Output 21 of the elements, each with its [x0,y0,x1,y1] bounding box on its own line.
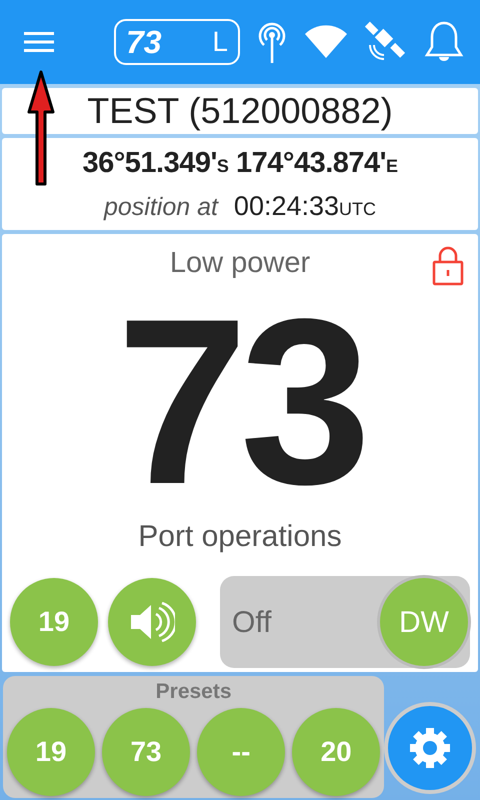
power-label: Low power [170,246,310,281]
position-time: 00:24:33UTC [234,190,376,222]
dual-watch-toggle[interactable]: Off DW [220,576,470,668]
preset-button[interactable]: -- [197,708,286,796]
position-label: position at [104,192,218,222]
lock-icon[interactable] [432,246,464,286]
menu-icon[interactable] [24,31,54,53]
channel-button[interactable]: 19 [10,578,98,666]
speaker-icon [129,602,175,642]
bell-icon[interactable] [424,20,464,64]
preset-button[interactable]: 73 [102,708,190,796]
coordinates: 36°51.349'S 174°43.874'E [82,146,398,181]
vessel-name: TEST (512000882) [2,88,478,134]
channel-name: Port operations [138,518,342,555]
volume-button[interactable] [108,578,196,666]
channel-indicator[interactable]: 73 L [114,19,240,65]
preset-button[interactable]: 19 [7,708,95,796]
channel-number: 73 [116,290,364,514]
presets-title: Presets [156,679,232,705]
preset-button[interactable]: 20 [292,708,380,796]
wifi-icon [304,25,348,59]
